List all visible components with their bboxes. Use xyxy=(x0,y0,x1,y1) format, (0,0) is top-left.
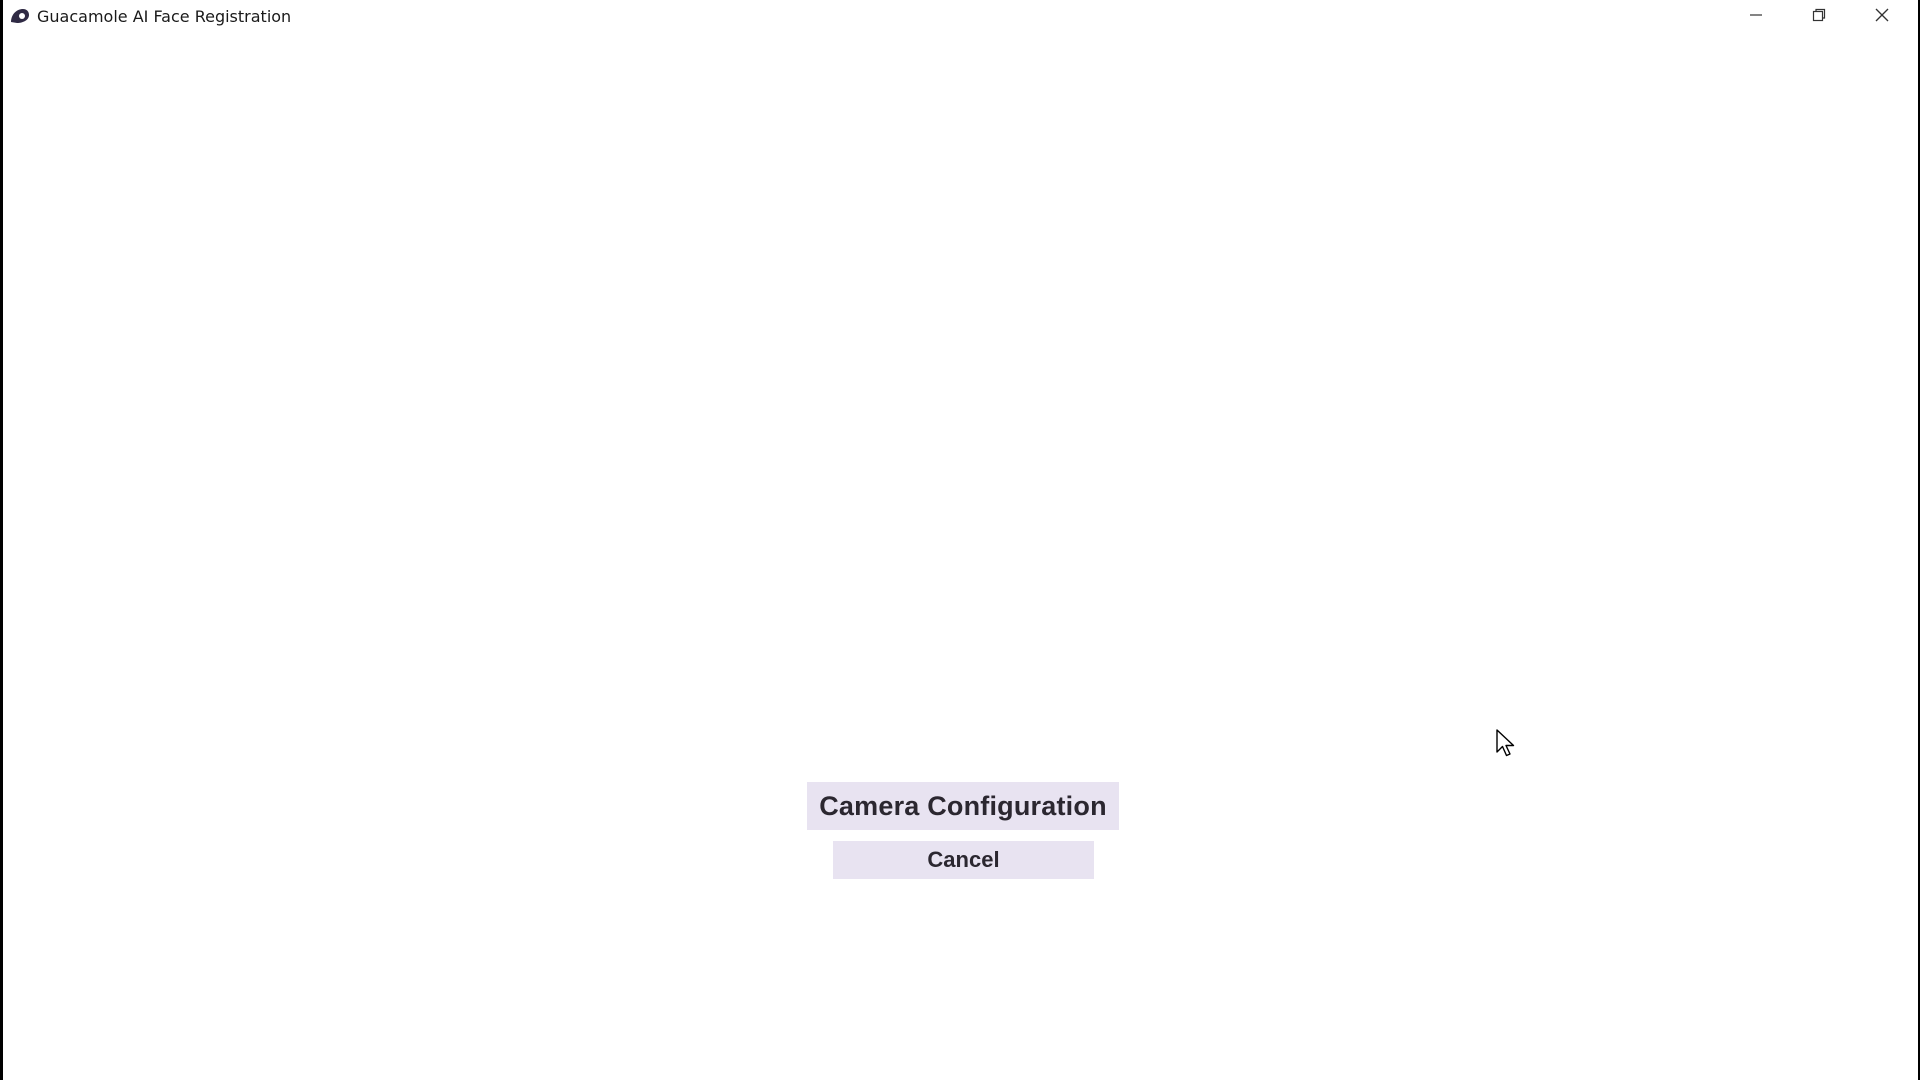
cancel-button[interactable]: Cancel xyxy=(833,841,1094,879)
window-title: Guacamole AI Face Registration xyxy=(37,7,292,26)
mouse-pointer-icon xyxy=(1496,729,1515,757)
app-window: Guacamole AI Face Registration Camera Co… xyxy=(3,0,1918,1080)
restore-icon xyxy=(1812,8,1826,22)
title-bar[interactable]: Guacamole AI Face Registration xyxy=(3,0,1918,32)
close-icon xyxy=(1875,8,1889,22)
close-button[interactable] xyxy=(1851,0,1913,30)
minimize-icon xyxy=(1750,14,1762,16)
maximize-button[interactable] xyxy=(1788,0,1850,30)
guacamole-app-icon xyxy=(11,9,29,23)
minimize-button[interactable] xyxy=(1725,0,1787,30)
camera-configuration-button[interactable]: Camera Configuration xyxy=(807,782,1119,830)
